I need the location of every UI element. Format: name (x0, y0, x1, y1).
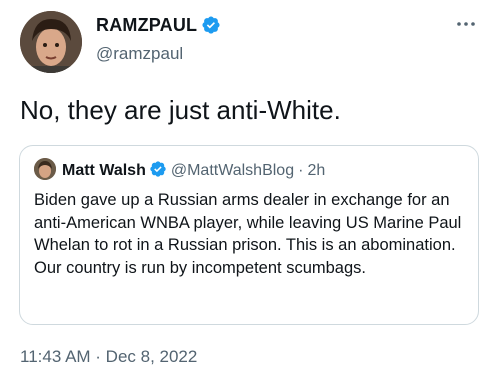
tweet-timestamp[interactable]: 11:43 AM · Dec 8, 2022 (20, 347, 197, 367)
quoted-tweet[interactable]: Matt Walsh @MattWalshBlog · 2h Biden gave … (19, 145, 479, 325)
tweet-text: No, they are just anti-White. (20, 95, 341, 125)
quoted-separator: · (298, 162, 304, 179)
author-handle[interactable]: @ramzpaul (96, 44, 183, 64)
verified-badge-icon (202, 16, 220, 34)
author-name-text: RAMZPAUL (96, 15, 198, 35)
quoted-author-handle: @MattWalshBlog (170, 162, 295, 179)
quoted-time: 2h (307, 162, 326, 179)
tweet: RAMZPAUL @ramzpaul No, they are just ant… (0, 0, 500, 391)
more-horizontal-icon[interactable] (456, 14, 476, 40)
quoted-tweet-text: Biden gave up a Russian arms dealer in e… (34, 191, 462, 277)
quoted-author-avatar (34, 158, 56, 180)
quoted-tweet-header: Matt Walsh @MattWalshBlog · 2h (34, 158, 325, 180)
quoted-author-name: Matt Walsh (62, 162, 146, 179)
author-avatar[interactable] (20, 11, 82, 73)
quoted-verified-badge-icon (150, 161, 166, 177)
author-display-name[interactable]: RAMZPAUL (96, 15, 221, 36)
